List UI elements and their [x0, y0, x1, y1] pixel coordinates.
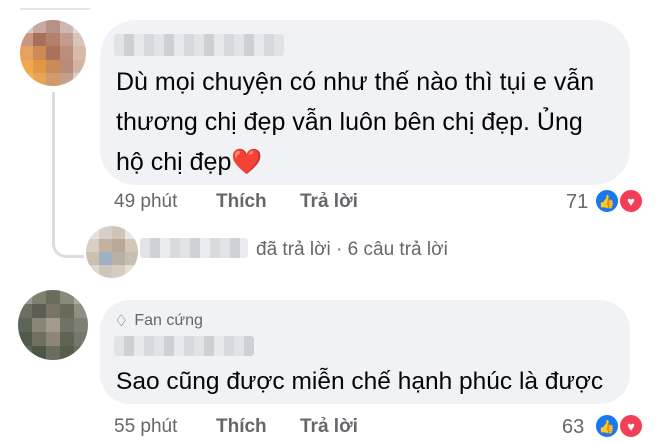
commenter-name-redacted[interactable] — [114, 34, 284, 56]
separator: · — [336, 239, 343, 260]
like-button[interactable]: Thích — [216, 191, 267, 213]
like-label: Thích — [216, 416, 267, 437]
reply-connector-line — [52, 92, 84, 258]
replied-text: đã trả lời — [256, 239, 331, 260]
like-button[interactable]: Thích — [216, 416, 267, 438]
love-icon: ♥ — [618, 188, 644, 214]
comment-line-text: hộ chị đẹp — [116, 148, 232, 176]
comment-text: Dù mọi chuyện có như thế nào thì tụi e v… — [116, 62, 616, 182]
reply-label: Trả lời — [300, 191, 358, 212]
reply-avatar[interactable] — [86, 226, 138, 278]
commenter-name-redacted[interactable] — [114, 336, 254, 356]
reply-count: 6 câu trả lời — [347, 239, 448, 260]
like-label: Thích — [216, 191, 267, 212]
avatar[interactable] — [20, 20, 86, 86]
comment-line: hộ chị đẹp❤️ — [116, 142, 616, 182]
comment-line: Dù mọi chuyện có như thế nào thì tụi e v… — [116, 68, 595, 96]
heart-emoji: ❤️ — [231, 148, 263, 176]
love-icon: ♥ — [618, 413, 644, 439]
reaction-count[interactable]: 71 — [566, 191, 588, 214]
comment-text: Sao cũng được miễn chế hạnh phúc là được — [116, 368, 604, 395]
view-replies-link[interactable]: đã trả lời · 6 câu trả lời — [256, 239, 448, 261]
like-icon: 👍 — [594, 413, 620, 439]
comment-thread: Dù mọi chuyện có như thế nào thì tụi e v… — [0, 0, 665, 441]
avatar[interactable] — [18, 290, 88, 360]
fan-badge[interactable]: ♢ Fan cứng — [114, 311, 203, 331]
divider — [20, 0, 90, 10]
like-icon: 👍 — [594, 188, 620, 214]
diamond-icon: ♢ — [114, 313, 129, 330]
comment-time[interactable]: 55 phút — [114, 416, 177, 438]
reply-button[interactable]: Trả lời — [300, 416, 358, 438]
reply-label: Trả lời — [300, 416, 358, 437]
reaction-count[interactable]: 63 — [562, 416, 584, 439]
replier-name-redacted[interactable] — [140, 238, 248, 258]
reply-button[interactable]: Trả lời — [300, 191, 358, 213]
comment-time[interactable]: 49 phút — [114, 191, 177, 213]
badge-label: Fan cứng — [134, 312, 203, 329]
comment-line: thương chị đẹp vẫn luôn bên chị đẹp. Ủng — [116, 108, 583, 136]
